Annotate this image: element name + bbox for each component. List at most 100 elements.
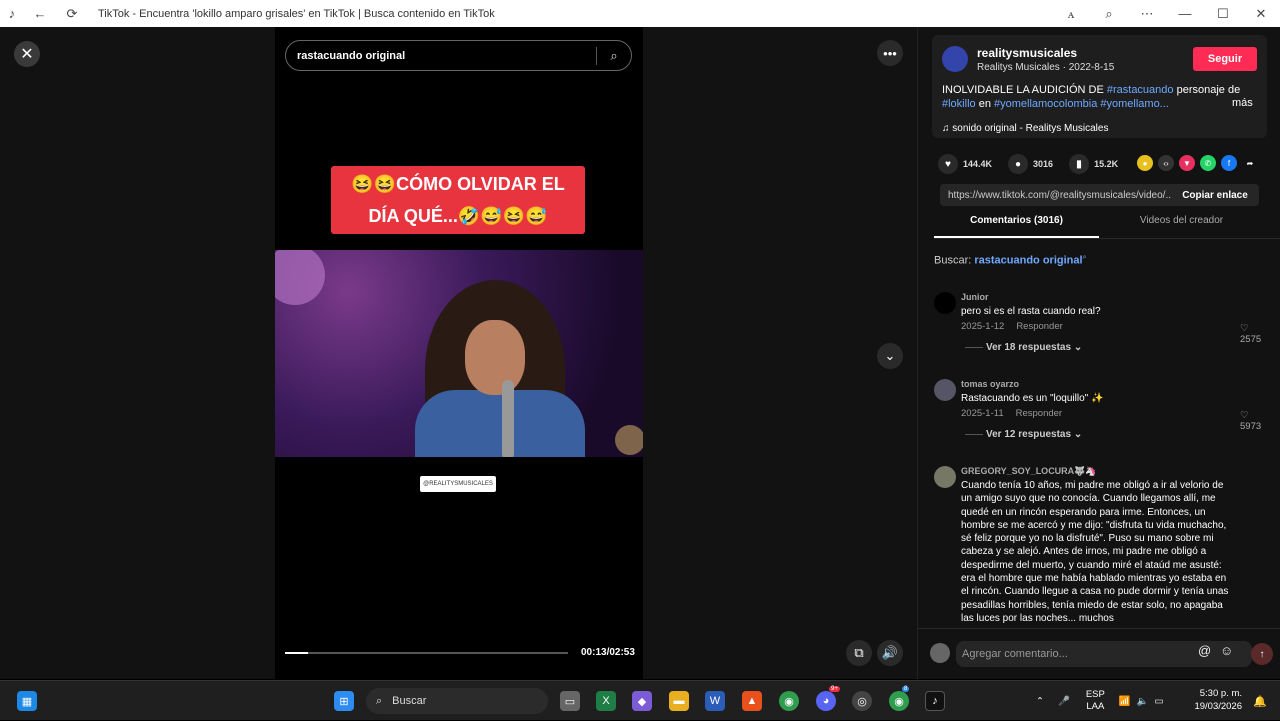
video-time: 00:13/02:53 xyxy=(581,647,635,658)
comment-user[interactable]: GREGORY_SOY_LOCURA🐺🦄 xyxy=(961,466,1097,477)
bookmark-icon: ▮ xyxy=(1069,154,1090,174)
comment-user[interactable]: Junior xyxy=(961,292,989,302)
more-options-button[interactable]: ••• xyxy=(877,40,903,66)
view-replies-button[interactable]: Ver 18 respuestas ⌄ xyxy=(965,342,1082,353)
mention-icon[interactable]: @ xyxy=(1198,643,1211,658)
more-link[interactable]: más xyxy=(1232,97,1253,109)
taskbar-search[interactable]: ⌕ Buscar xyxy=(366,688,548,714)
hashtag-link[interactable]: #yomellamocolombia xyxy=(994,98,1097,110)
reply-button[interactable]: Responder xyxy=(1016,321,1062,332)
creator-username[interactable]: realitysmusicales xyxy=(977,46,1077,60)
volume-icon[interactable]: 🔈 xyxy=(1137,696,1149,707)
maximize-icon[interactable]: ☐ xyxy=(1204,6,1242,22)
search-term-link[interactable]: rastacuando original xyxy=(974,255,1082,267)
hashtag-link[interactable]: #yomellamo... xyxy=(1097,98,1168,110)
coin-icon[interactable]: ● xyxy=(1137,155,1153,171)
comment-search-line: Buscar: rastacuando original⌕ xyxy=(934,254,1086,267)
chrome-icon[interactable]: ◉ xyxy=(889,691,909,711)
next-video-button[interactable]: ⌄ xyxy=(877,343,903,369)
hashtag-link[interactable]: #lokillo xyxy=(942,98,976,110)
search-icon[interactable]: ⌕ xyxy=(597,48,631,64)
notification-icon[interactable]: 🔔 xyxy=(1250,691,1270,711)
share-icon[interactable]: ➦ xyxy=(1242,155,1258,171)
stage-light xyxy=(615,425,643,455)
word-icon[interactable]: W xyxy=(705,691,725,711)
obs-icon[interactable]: ◎ xyxy=(852,691,872,711)
chrome-badge: 8 xyxy=(902,686,910,692)
like-count: 144.4K xyxy=(963,159,993,169)
avatar[interactable] xyxy=(934,292,956,314)
discord-icon[interactable]: ◕ xyxy=(816,691,836,711)
follow-button[interactable]: Seguir xyxy=(1193,47,1257,71)
reply-button[interactable]: Responder xyxy=(1016,408,1062,419)
view-replies-button[interactable]: Ver 12 respuestas ⌄ xyxy=(965,429,1082,440)
translate-icon[interactable]: ꭺ xyxy=(1052,6,1090,22)
more-icon[interactable]: ⋯ xyxy=(1128,6,1166,22)
tiktok-icon[interactable]: ♪ xyxy=(925,691,945,711)
comment-likes[interactable]: ♡ 5973 xyxy=(1240,410,1264,432)
comment-count: 3016 xyxy=(1033,159,1054,169)
clock-time: 5:30 p. m. xyxy=(1199,688,1242,699)
close-video-button[interactable]: ✕ xyxy=(14,41,40,67)
microphone-icon[interactable]: 🎤 xyxy=(1058,696,1070,707)
brave-icon[interactable]: ▲ xyxy=(742,691,762,711)
video-progress-bar[interactable] xyxy=(285,652,568,654)
lang-bottom: LAA xyxy=(1086,701,1105,712)
tab-comments[interactable]: Comentarios (3016) xyxy=(934,215,1099,238)
search-input[interactable]: rastacuando original xyxy=(286,50,596,62)
stage-light xyxy=(275,250,325,305)
lang-top: ESP xyxy=(1085,689,1105,700)
emoji-icon[interactable]: ☺ xyxy=(1220,643,1233,658)
tab-creator-videos[interactable]: Videos del creador xyxy=(1099,215,1264,238)
pip-button[interactable]: ⧉ xyxy=(846,640,872,666)
share-url[interactable]: https://www.tiktok.com/@realitysmusicale… xyxy=(940,190,1171,201)
system-tray: ⌃ 🎤 ESP LAA 📶 🔈 ▭ xyxy=(1036,681,1164,721)
avatar[interactable] xyxy=(934,379,956,401)
embed-icon[interactable]: ‹› xyxy=(1158,155,1174,171)
whatsapp-icon[interactable]: ✆ xyxy=(1200,155,1216,171)
browser-titlebar: ♪ ← ⟳ TikTok - Encuentra 'lokillo amparo… xyxy=(0,0,1280,27)
chevron-up-icon[interactable]: ⌃ xyxy=(1036,696,1044,707)
avatar[interactable] xyxy=(934,466,956,488)
language-indicator[interactable]: ESP LAA xyxy=(1086,689,1105,713)
wifi-icon[interactable]: 📶 xyxy=(1119,696,1131,707)
send-icon[interactable]: ▼ xyxy=(1179,155,1195,171)
save-button[interactable]: ▮ 15.2K xyxy=(1069,154,1118,174)
creator-card: realitysmusicales Realitys Musicales · 2… xyxy=(932,35,1267,138)
refresh-icon[interactable]: ⟳ xyxy=(60,0,84,27)
creator-avatar[interactable] xyxy=(942,46,968,72)
comment-button[interactable]: ● 3016 xyxy=(1008,154,1053,174)
heart-icon: ♥ xyxy=(938,154,958,174)
comment-likes[interactable]: ♡ 2575 xyxy=(1240,323,1264,345)
excel-icon[interactable]: X xyxy=(596,691,616,711)
sound-link[interactable]: ♫ sonido original - Realitys Musicales xyxy=(942,123,1108,134)
back-icon[interactable]: ← xyxy=(28,0,52,27)
minimize-icon[interactable]: — xyxy=(1166,6,1204,21)
search-label: Buscar: xyxy=(934,254,975,267)
search-icon: ⌕ xyxy=(376,694,383,707)
folder-icon[interactable]: ▬ xyxy=(669,691,689,711)
comment-user[interactable]: tomas oyarzo xyxy=(961,379,1019,389)
send-comment-button[interactable]: ↑ xyxy=(1251,643,1273,665)
volume-button[interactable]: 🔊 xyxy=(877,640,903,666)
comment-icon: ● xyxy=(1008,154,1029,174)
microphone xyxy=(502,380,514,457)
battery-icon[interactable]: ▭ xyxy=(1155,696,1164,707)
zoom-icon[interactable]: ⌕ xyxy=(1090,6,1128,22)
start-icon[interactable]: ⊞ xyxy=(334,691,354,711)
video-search-bar[interactable]: rastacuando original ⌕ xyxy=(285,40,632,71)
chrome-icon[interactable]: ◉ xyxy=(779,691,799,711)
copy-link-button[interactable]: Copiar enlace xyxy=(1171,190,1259,201)
widgets-icon[interactable]: ▦ xyxy=(17,691,37,711)
save-count: 15.2K xyxy=(1094,159,1119,169)
windows-taskbar: ▦ ⊞ ⌕ Buscar ▭ X ◆ ▬ W ▲ ◉ ◕ 9+ ◎ ◉ 8 ♪ ⌃… xyxy=(0,680,1280,720)
system-clock[interactable]: 5:30 p. m. 19/03/2026 xyxy=(1190,687,1242,713)
panel-tabs: Comentarios (3016) Videos del creador xyxy=(934,215,1280,239)
close-icon[interactable]: ✕ xyxy=(1242,6,1280,22)
caption-line-1: 😆😆CÓMO OLVIDAR EL xyxy=(351,174,565,194)
task-view-icon[interactable]: ▭ xyxy=(560,691,580,711)
facebook-icon[interactable]: f xyxy=(1221,155,1237,171)
copilot-icon[interactable]: ◆ xyxy=(632,691,652,711)
like-button[interactable]: ♥ 144.4K xyxy=(938,154,992,174)
hashtag-link[interactable]: #rastacuando xyxy=(1107,84,1174,96)
